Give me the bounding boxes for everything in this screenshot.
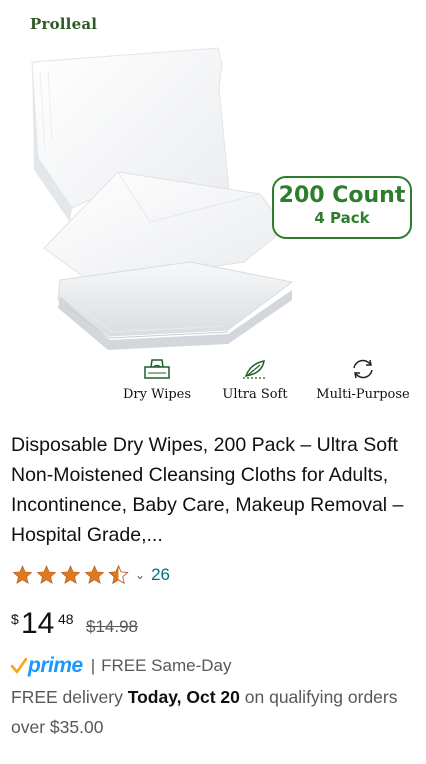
rating-count-link[interactable]: 26 — [151, 565, 170, 585]
star-icon — [60, 565, 81, 584]
feature-dry-wipes: Dry Wipes — [112, 358, 202, 402]
wipes-stack-illustration — [31, 47, 294, 350]
prime-shipping: prime | FREE Same-Day — [11, 653, 231, 679]
tissue-box-icon — [144, 359, 170, 379]
product-title[interactable]: Disposable Dry Wipes, 200 Pack – Ultra S… — [11, 430, 416, 550]
star-icon — [84, 565, 105, 584]
delivery-date: Today, Oct 20 — [127, 687, 240, 707]
delivery-info: FREE delivery Today, Oct 20 on qualifyin… — [11, 682, 411, 742]
prime-wordmark: prime — [28, 654, 83, 677]
feature-label: Dry Wipes — [122, 387, 192, 402]
price-whole: 14 — [21, 607, 55, 640]
cycle-arrows-icon — [353, 359, 373, 379]
shipping-speed: FREE Same-Day — [101, 656, 232, 675]
star-icon — [12, 565, 33, 584]
prime-logo: prime — [11, 654, 83, 678]
list-price: $14.98 — [86, 617, 138, 636]
star-rating[interactable] — [11, 564, 131, 586]
brand-logo: Prolleal — [30, 15, 98, 33]
count-badge: 200 Count 4 Pack — [272, 176, 412, 239]
count-badge-count: 200 Count — [278, 183, 406, 208]
feather-icon — [243, 360, 267, 379]
half-star-icon — [108, 564, 129, 585]
chevron-down-icon[interactable]: ⌄ — [135, 568, 145, 582]
rating-row[interactable]: ⌄ 26 — [11, 563, 170, 587]
feature-label: Multi-Purpose — [316, 387, 410, 402]
count-badge-pack: 4 Pack — [314, 209, 370, 227]
star-icon — [36, 565, 57, 584]
feature-ultra-soft: Ultra Soft — [215, 358, 295, 402]
prime-check-icon — [11, 658, 27, 674]
separator: | — [90, 656, 96, 675]
product-image[interactable]: Prolleal 200 Count 4 Pack Dry Wipes Ultr… — [0, 0, 426, 418]
feature-label: Ultra Soft — [222, 387, 288, 402]
price-fraction: 48 — [58, 611, 74, 627]
delivery-prefix: FREE delivery — [11, 687, 123, 707]
feature-multi-purpose: Multi-Purpose — [308, 358, 418, 402]
price-currency: $ — [11, 611, 19, 627]
